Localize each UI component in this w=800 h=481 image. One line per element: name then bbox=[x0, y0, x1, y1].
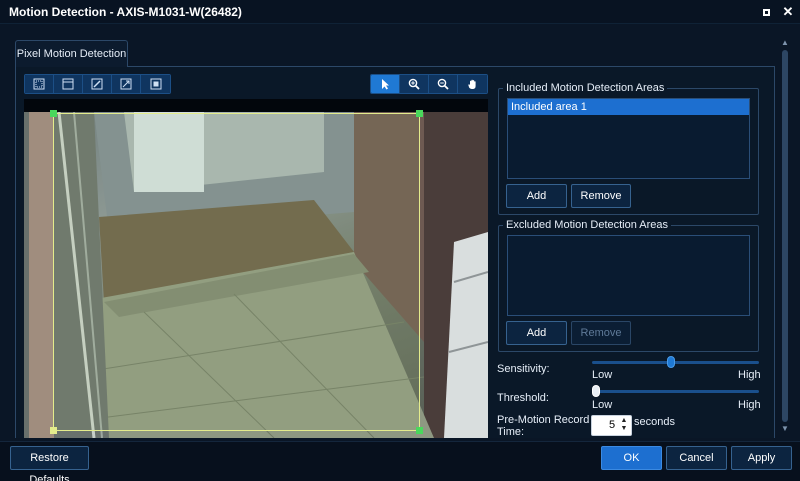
ok-button[interactable]: OK bbox=[601, 446, 662, 470]
threshold-slider[interactable] bbox=[592, 390, 759, 393]
full-area-icon[interactable] bbox=[141, 75, 170, 93]
threshold-slider-thumb[interactable] bbox=[592, 385, 600, 397]
close-icon[interactable]: ✕ bbox=[780, 4, 796, 20]
add-area-icon[interactable] bbox=[25, 75, 54, 93]
cancel-button[interactable]: Cancel bbox=[666, 446, 727, 470]
scrollbar-thumb[interactable] bbox=[782, 50, 788, 422]
pre-motion-spinner[interactable]: 5 ▲ ▼ bbox=[591, 415, 632, 436]
maximize-icon[interactable] bbox=[758, 4, 774, 20]
scroll-down-icon[interactable]: ▼ bbox=[781, 424, 789, 433]
pointer-icon[interactable] bbox=[371, 75, 400, 93]
threshold-high-label: High bbox=[738, 399, 761, 411]
excluded-remove-button: Remove bbox=[571, 321, 631, 345]
pre-motion-unit: seconds bbox=[634, 416, 675, 428]
tab-pixel-motion-detection[interactable]: Pixel Motion Detection bbox=[15, 40, 128, 67]
pre-motion-label-time: Time: bbox=[497, 426, 525, 438]
excluded-areas-list[interactable] bbox=[507, 235, 750, 316]
excluded-add-button[interactable]: Add bbox=[506, 321, 567, 345]
shape-toolbar bbox=[24, 74, 171, 94]
add-rect-icon[interactable] bbox=[54, 75, 83, 93]
pan-hand-icon[interactable] bbox=[458, 75, 487, 93]
vertical-scrollbar[interactable]: ▲ ▼ bbox=[780, 38, 790, 436]
sensitivity-high-label: High bbox=[738, 369, 761, 381]
window-title: Motion Detection - AXIS-M1031-W(26482) bbox=[9, 5, 242, 19]
pre-motion-label: Pre-Motion Record bbox=[497, 414, 590, 426]
resize-handle[interactable] bbox=[50, 427, 57, 434]
view-toolbar bbox=[370, 74, 488, 94]
included-area-rectangle[interactable] bbox=[50, 110, 423, 434]
threshold-label: Threshold: bbox=[497, 392, 549, 404]
included-areas-list[interactable]: Included area 1 bbox=[507, 98, 750, 179]
pre-motion-value[interactable]: 5 bbox=[609, 419, 615, 431]
restore-defaults-button[interactable]: Restore Defaults bbox=[10, 446, 89, 481]
sensitivity-label: Sensitivity: bbox=[497, 363, 550, 375]
spin-down-icon[interactable]: ▼ bbox=[620, 425, 628, 433]
sensitivity-slider[interactable] bbox=[592, 361, 759, 364]
sensitivity-low-label: Low bbox=[592, 369, 613, 381]
included-add-button[interactable]: Add bbox=[506, 184, 567, 208]
sensitivity-slider-thumb[interactable] bbox=[666, 356, 675, 368]
zoom-out-icon[interactable] bbox=[429, 75, 458, 93]
spin-up-icon[interactable]: ▲ bbox=[620, 417, 628, 425]
resize-handle[interactable] bbox=[416, 110, 423, 117]
title-bar: Motion Detection - AXIS-M1031-W(26482) ✕ bbox=[0, 0, 800, 24]
included-areas-title: Included Motion Detection Areas bbox=[503, 82, 668, 94]
edit-area-icon[interactable] bbox=[83, 75, 112, 93]
scroll-up-icon[interactable]: ▲ bbox=[781, 38, 789, 47]
apply-button[interactable]: Apply bbox=[731, 446, 792, 470]
resize-handle[interactable] bbox=[416, 427, 423, 434]
zoom-in-icon[interactable] bbox=[400, 75, 429, 93]
resize-handle[interactable] bbox=[50, 110, 57, 117]
resize-area-icon[interactable] bbox=[112, 75, 141, 93]
excluded-areas-title: Excluded Motion Detection Areas bbox=[503, 219, 672, 231]
threshold-low-label: Low bbox=[592, 399, 613, 411]
list-item[interactable]: Included area 1 bbox=[508, 99, 749, 115]
included-remove-button[interactable]: Remove bbox=[571, 184, 631, 208]
